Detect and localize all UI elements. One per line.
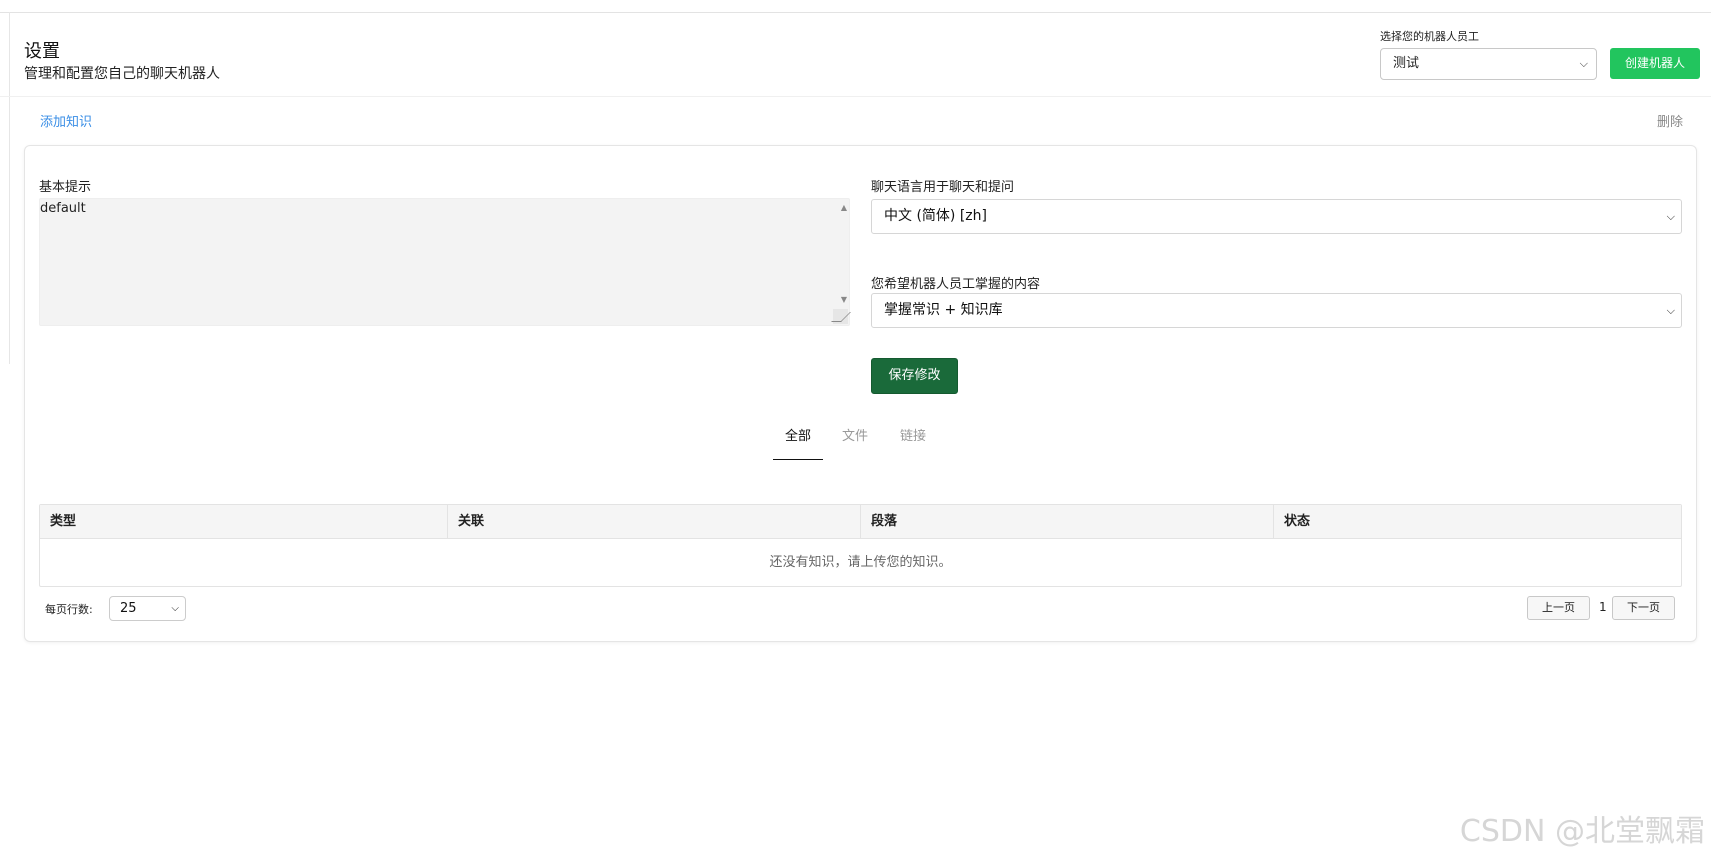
prompt-textarea[interactable]: default ▲ ▼ [39, 198, 850, 326]
table-header: 类型 关联 段落 状态 [40, 505, 1681, 539]
column-header-relation: 关联 [448, 505, 861, 539]
knowledge-table: 类型 关联 段落 状态 还没有知识，请上传您的知识。 [39, 504, 1682, 587]
rows-per-page-value: 25 [120, 601, 137, 616]
table-empty-message: 还没有知识，请上传您的知识。 [769, 555, 952, 570]
knowledge-mode-label: 您希望机器人员工掌握的内容 [871, 277, 1041, 292]
prompt-text: default [40, 201, 86, 216]
prompt-label: 基本提示 [39, 180, 92, 195]
rows-per-page-select[interactable]: 25 ⌵ [109, 596, 186, 621]
rows-per-page-label: 每页行数: [45, 603, 93, 616]
scroll-up-icon[interactable]: ▲ [841, 203, 847, 212]
add-knowledge-link[interactable]: 添加知识 [40, 111, 92, 130]
bot-select-value: 测试 [1393, 56, 1420, 71]
current-page-number: 1 [1599, 600, 1607, 614]
column-header-status: 状态 [1284, 514, 1311, 529]
chevron-down-icon: ⌵ [171, 603, 179, 614]
chat-language-select[interactable]: 中文 (简体) [zh] ⌵ [871, 199, 1682, 234]
resize-handle-icon[interactable] [833, 309, 848, 324]
page-header: 设置 管理和配置您自己的聊天机器人 选择您的机器人员工 测试 ⌵ 创建机器人 [0, 13, 1711, 97]
page-title: 设置 [24, 41, 60, 62]
scroll-down-icon[interactable]: ▼ [841, 295, 847, 304]
bot-select-label: 选择您的机器人员工 [1380, 30, 1479, 43]
create-bot-button[interactable]: 创建机器人 [1610, 48, 1700, 79]
knowledge-mode-select[interactable]: 掌握常识 + 知识库 ⌵ [871, 293, 1682, 328]
watermark: CSDN @北堂飘霜 [1459, 814, 1705, 849]
chat-language-label: 聊天语言用于聊天和提问 [871, 180, 1015, 195]
chevron-down-icon: ⌵ [1666, 304, 1675, 317]
chevron-down-icon: ⌵ [1579, 57, 1588, 70]
tab-links[interactable]: 链接 [897, 422, 929, 460]
save-button[interactable]: 保存修改 [871, 358, 958, 394]
chat-language-value: 中文 (简体) [zh] [884, 208, 987, 224]
column-header-paragraphs: 段落 [861, 505, 1274, 539]
settings-card: 基本提示 default ▲ ▼ 聊天语言用于聊天和提问 中文 (简体) [zh… [24, 145, 1697, 642]
delete-link[interactable]: 删除 [1657, 111, 1683, 130]
tab-files[interactable]: 文件 [839, 422, 871, 460]
chevron-down-icon: ⌵ [1666, 210, 1675, 223]
page-subtitle: 管理和配置您自己的聊天机器人 [24, 66, 220, 82]
knowledge-mode-value: 掌握常识 + 知识库 [884, 302, 1003, 318]
bot-select[interactable]: 测试 ⌵ [1380, 48, 1597, 80]
tab-all[interactable]: 全部 [773, 422, 823, 460]
column-header-type: 类型 [40, 505, 448, 539]
prev-page-button[interactable]: 上一页 [1527, 596, 1590, 620]
next-page-button[interactable]: 下一页 [1612, 596, 1675, 620]
